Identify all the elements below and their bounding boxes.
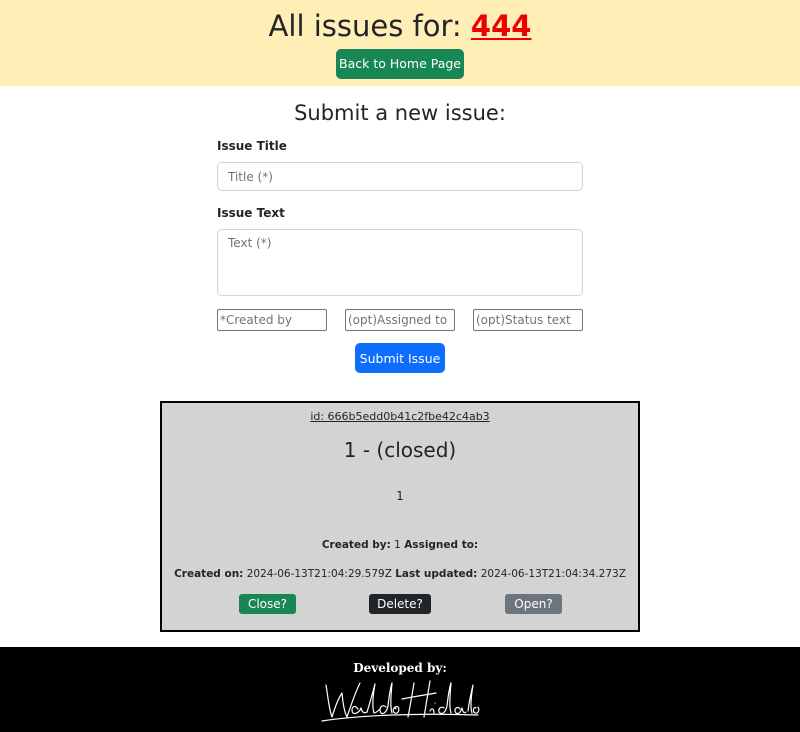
last-updated-value: 2024-06-13T21:04:34.273Z: [480, 568, 626, 580]
open-issue-button[interactable]: Open?: [505, 594, 562, 614]
issue-id: id: 666b5edd0b41c2fbe42c4ab3: [310, 410, 490, 423]
page-title-prefix: All issues for:: [268, 9, 471, 43]
issue-text: 1: [396, 489, 404, 503]
form-heading: Submit a new issue:: [294, 101, 506, 125]
assigned-to-input[interactable]: [345, 309, 455, 331]
developer-signature: [321, 680, 480, 722]
page-header: All issues for: 444 Back to Home Page: [0, 0, 800, 86]
issue-card: id: 666b5edd0b41c2fbe42c4ab3 1 - (closed…: [160, 401, 640, 632]
created-by-value: 1: [394, 539, 401, 551]
submit-issue-button[interactable]: Submit Issue: [355, 343, 445, 373]
delete-issue-button[interactable]: Delete?: [369, 594, 431, 614]
created-on-value: 2024-06-13T21:04:29.579Z: [246, 568, 392, 580]
assigned-to-label: Assigned to:: [404, 539, 479, 551]
close-issue-button[interactable]: Close?: [239, 594, 296, 614]
issue-heading: 1 - (closed): [343, 438, 457, 462]
issue-title-input[interactable]: [217, 162, 583, 191]
issue-assignment-line: Created by: 1 Assigned to:: [162, 539, 638, 551]
created-by-input[interactable]: [217, 309, 327, 331]
project-name-link[interactable]: 444: [471, 9, 532, 43]
page-footer: Developed by:: [0, 647, 800, 732]
status-text-input[interactable]: [473, 309, 583, 331]
created-on-label: Created on:: [174, 568, 244, 580]
issue-text-label: Issue Text: [217, 206, 285, 220]
issue-dates-line: Created on: 2024-06-13T21:04:29.579Z Las…: [162, 568, 638, 580]
back-home-button[interactable]: Back to Home Page: [336, 49, 464, 79]
created-by-label: Created by:: [321, 539, 391, 551]
issue-title-label: Issue Title: [217, 139, 287, 153]
last-updated-label: Last updated:: [395, 568, 478, 580]
developed-by-label: Developed by:: [353, 661, 447, 675]
page-title: All issues for: 444: [0, 8, 800, 44]
issue-text-input[interactable]: [217, 229, 583, 296]
